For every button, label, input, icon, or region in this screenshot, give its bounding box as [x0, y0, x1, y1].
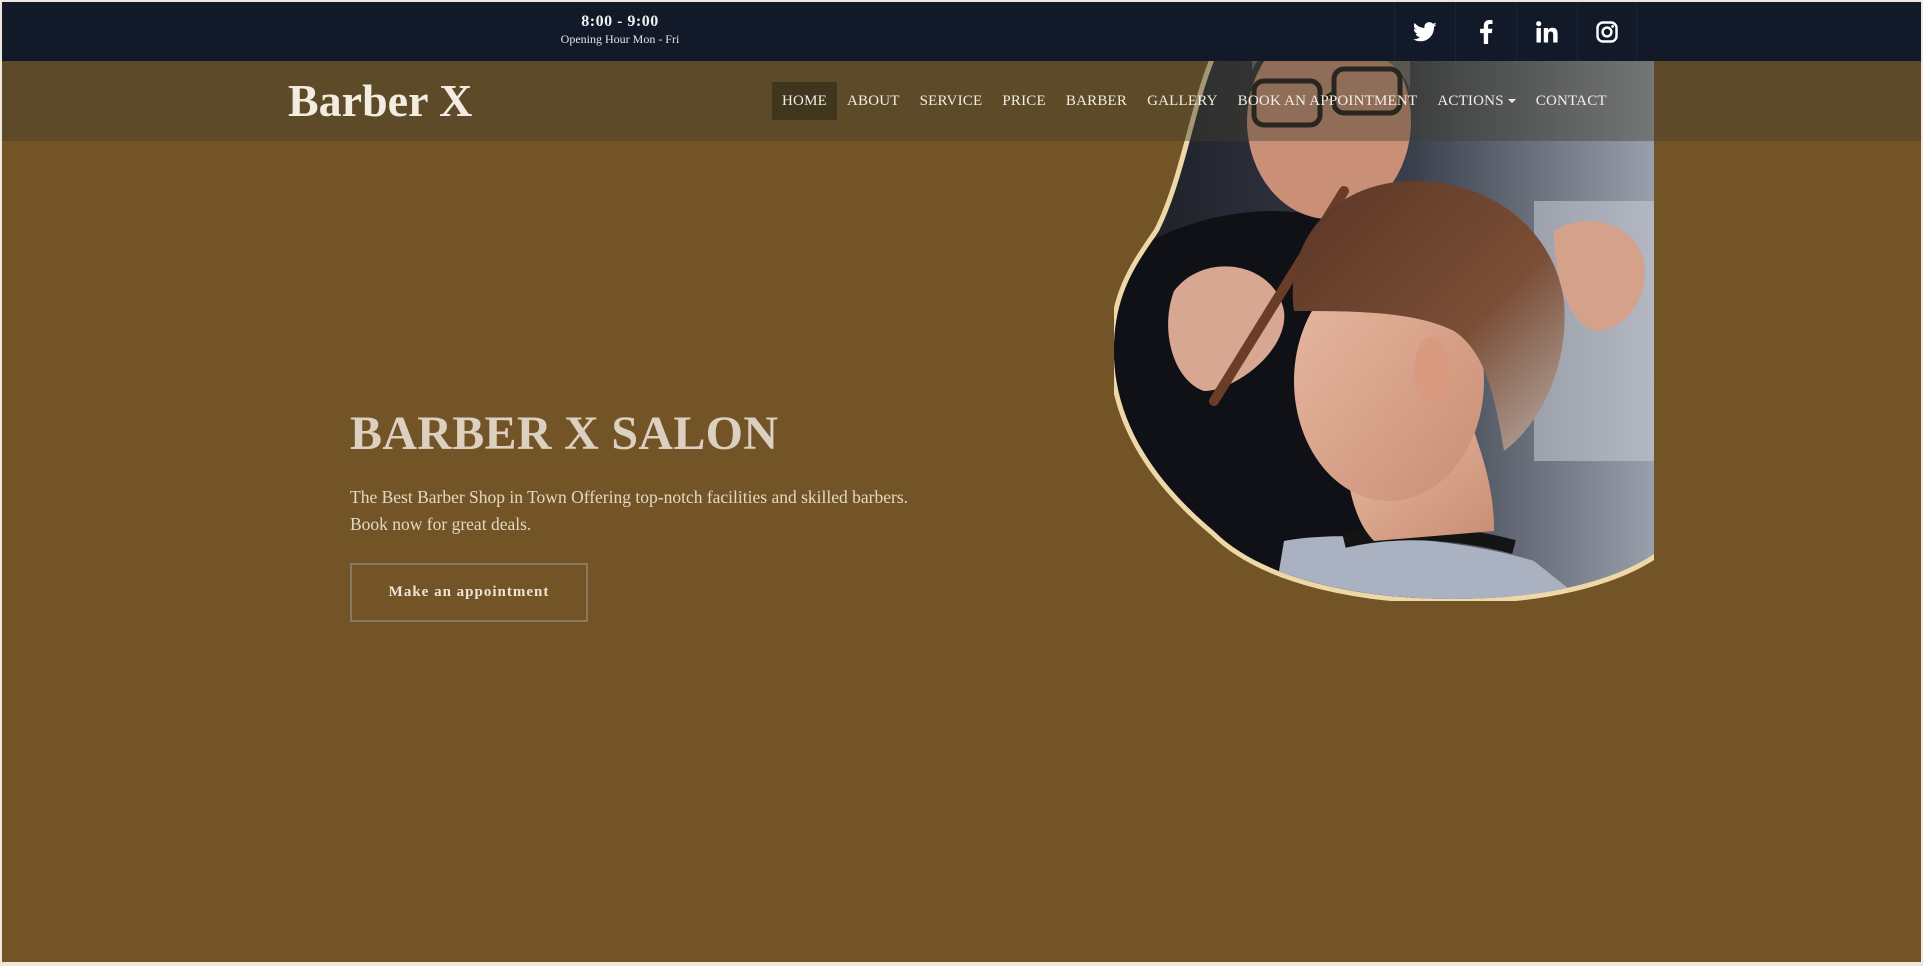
nav-item-contact[interactable]: CONTACT	[1526, 82, 1617, 120]
top-bar: 8:00 - 9:00 Opening Hour Mon - Fri	[2, 2, 1921, 61]
facebook-icon	[1479, 19, 1492, 44]
nav-item-book-appointment[interactable]: BOOK AN APPOINTMENT	[1228, 82, 1428, 120]
nav-item-actions-dropdown[interactable]: ACTIONS	[1427, 82, 1525, 120]
nav-item-label: BARBER	[1065, 93, 1128, 109]
nav-item-label: GALLERY	[1147, 93, 1218, 109]
main-nav: HOME ABOUT SERVICE PRICE BARBER GALLERY …	[772, 82, 1617, 120]
nav-item-label: BOOK AN APPOINTMENT	[1237, 93, 1418, 109]
opening-hours-label: Opening Hour Mon - Fri	[560, 32, 680, 46]
instagram-icon	[1596, 20, 1618, 43]
nav-item-price[interactable]: PRICE	[992, 82, 1056, 120]
nav-item-home[interactable]: HOME	[772, 82, 837, 120]
nav-item-label: PRICE	[1002, 93, 1046, 109]
brand-logo[interactable]: Barber X	[288, 75, 472, 127]
twitter-link[interactable]	[1394, 2, 1454, 61]
hero-image	[1114, 61, 1654, 601]
twitter-icon	[1412, 21, 1437, 41]
linkedin-icon	[1535, 20, 1558, 42]
caret-down-icon	[1507, 99, 1516, 103]
navbar: Barber X HOME ABOUT SERVICE PRICE BARBER…	[2, 61, 1921, 141]
nav-item-gallery[interactable]: GALLERY	[1137, 82, 1228, 120]
instagram-link[interactable]	[1577, 2, 1637, 61]
nav-item-label: ABOUT	[846, 93, 900, 109]
linkedin-link[interactable]	[1516, 2, 1576, 61]
facebook-link[interactable]	[1455, 2, 1515, 61]
make-appointment-button[interactable]: Make an appointment	[350, 563, 588, 622]
hero-title: BARBER X SALON	[350, 407, 779, 460]
opening-hours-time: 8:00 - 9:00	[581, 13, 659, 30]
nav-item-about[interactable]: ABOUT	[837, 82, 910, 120]
nav-item-label: ACTIONS	[1437, 93, 1504, 109]
nav-item-barber[interactable]: BARBER	[1056, 82, 1137, 120]
nav-item-label: CONTACT	[1535, 93, 1607, 109]
nav-item-service[interactable]: SERVICE	[910, 82, 993, 120]
page: 8:00 - 9:00 Opening Hour Mon - Fri Barbe…	[2, 2, 1921, 962]
nav-item-label: SERVICE	[919, 93, 983, 109]
nav-item-label: HOME	[782, 93, 827, 109]
hero-description: The Best Barber Shop in Town Offering to…	[350, 487, 909, 534]
opening-hours: 8:00 - 9:00 Opening Hour Mon - Fri	[512, 12, 728, 47]
